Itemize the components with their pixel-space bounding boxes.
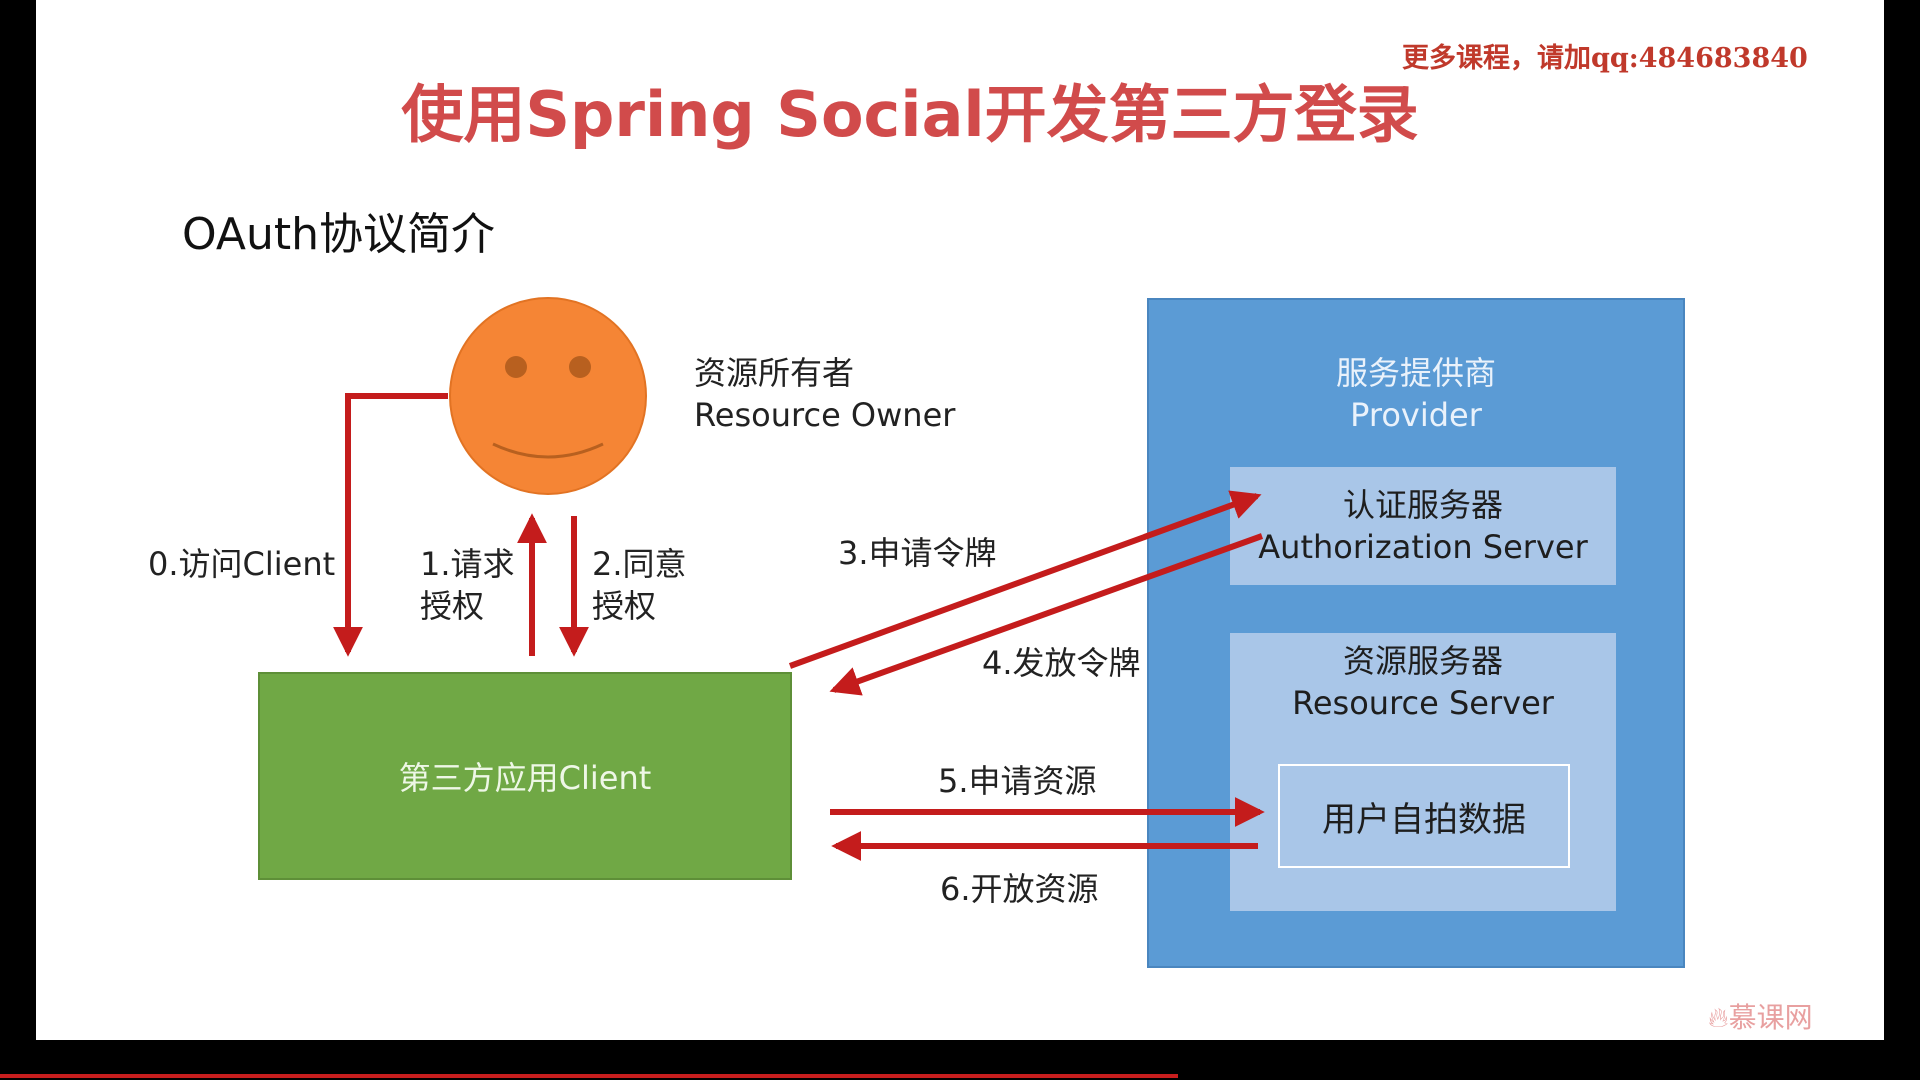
video-progress-bar[interactable] (0, 1074, 1178, 1078)
logo-text: 慕课网 (1728, 1001, 1813, 1034)
diagram-svg (333, 297, 1265, 861)
smiley-face-icon (449, 297, 647, 495)
arrow-step3 (788, 490, 1262, 669)
arrow-step4 (829, 533, 1264, 696)
arrow-step0 (333, 393, 448, 657)
flame-icon: 🔥︎ (1708, 1001, 1729, 1034)
imooc-logo: 🔥︎慕课网 (1708, 996, 1813, 1036)
